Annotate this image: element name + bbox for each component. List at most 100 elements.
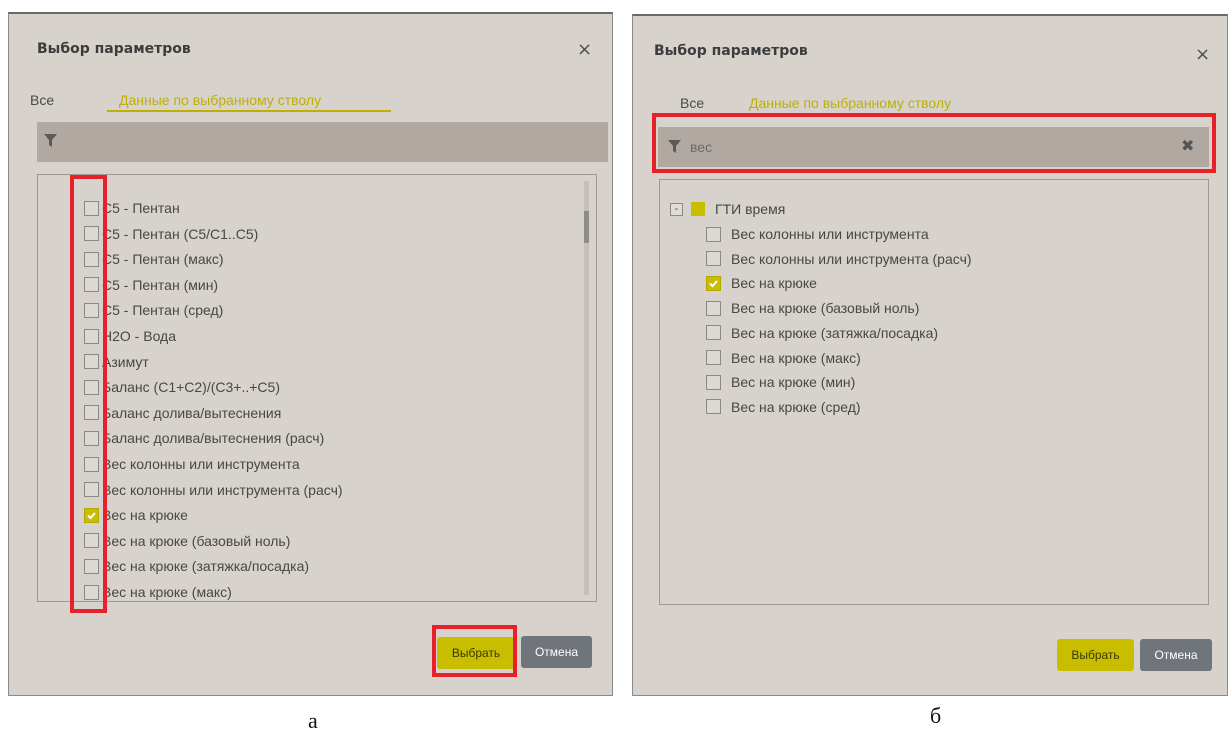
dialog-a: Выбор параметров × Все Данные по выбранн… bbox=[8, 12, 613, 696]
list-item-label: Вес на крюке (мин) bbox=[731, 374, 856, 391]
list-item-label: Вес на крюке (базовый ноль) bbox=[102, 532, 291, 549]
list-item-label: Баланс (C1+C2)/(C3+..+C5) bbox=[102, 379, 280, 396]
checkbox[interactable] bbox=[84, 430, 99, 446]
select-button[interactable]: Выбрать bbox=[1057, 639, 1134, 671]
filter-icon[interactable] bbox=[44, 134, 57, 148]
clear-filter-icon[interactable]: ✖ bbox=[1181, 138, 1194, 154]
list-item-label: C5 - Пентан (C5/C1..C5) bbox=[102, 225, 259, 242]
filter-bar bbox=[37, 122, 608, 162]
list-item-label: Вес на крюке (базовый ноль) bbox=[731, 300, 920, 317]
list-item-label: C5 - Пентан (макс) bbox=[102, 251, 224, 268]
list-item[interactable]: C5 - Пентан (сред) bbox=[84, 298, 223, 322]
checkbox[interactable] bbox=[84, 200, 99, 216]
list-item-label: Вес колонны или инструмента (расч) bbox=[102, 481, 343, 498]
list-item[interactable]: C5 - Пентан (C5/C1..C5) bbox=[84, 222, 258, 246]
list-item[interactable]: Баланс долива/вытеснения (расч) bbox=[84, 426, 324, 450]
list-item-label: Баланс долива/вытеснения bbox=[102, 404, 282, 421]
caption-a: а bbox=[308, 708, 318, 733]
checkbox[interactable] bbox=[84, 456, 99, 472]
checkbox[interactable] bbox=[706, 350, 721, 365]
scrollbar-track[interactable] bbox=[584, 181, 589, 595]
list-item-label: Вес на крюке bbox=[102, 507, 188, 524]
tab-all[interactable]: Все bbox=[30, 92, 54, 108]
checkbox[interactable] bbox=[84, 584, 99, 600]
list-item[interactable]: Вес колонны или инструмента (расч) bbox=[706, 247, 972, 271]
list-item-label: C5 - Пентан (сред) bbox=[102, 302, 224, 319]
tab-all[interactable]: Все bbox=[680, 95, 704, 111]
list-item[interactable]: Азимут bbox=[84, 350, 149, 374]
list-item[interactable]: Вес на крюке (мин) bbox=[706, 370, 855, 394]
checkbox[interactable] bbox=[706, 226, 721, 242]
active-tab-underline bbox=[107, 110, 391, 112]
checkbox[interactable] bbox=[84, 226, 99, 242]
tab-selected-wellbore[interactable]: Данные по выбранному стволу bbox=[749, 95, 951, 111]
list-item[interactable]: Вес на крюке (затяжка/посадка) bbox=[706, 321, 938, 345]
list-item-label: Вес на крюке (затяжка/посадка) bbox=[102, 558, 310, 575]
filter-icon[interactable] bbox=[668, 140, 681, 154]
list-item-label: Вес колонны или инструмента bbox=[102, 456, 300, 472]
close-icon[interactable]: × bbox=[1195, 46, 1210, 64]
caption-b: б bbox=[930, 703, 942, 728]
collapse-toggle-icon[interactable]: - bbox=[670, 202, 683, 216]
active-tab-underline bbox=[730, 113, 1010, 115]
parameter-list[interactable]: C5 - Пентан C5 - Пентан (C5/C1..C5) C5 - П… bbox=[37, 174, 597, 602]
checkbox[interactable] bbox=[84, 379, 99, 395]
list-item[interactable]: Вес на крюке (базовый ноль) bbox=[706, 296, 919, 320]
list-item-label: Вес на крюке (макс) bbox=[102, 584, 232, 600]
group-label: ГТИ время bbox=[715, 201, 786, 217]
list-item-label: Вес колонны или инструмента (расч) bbox=[731, 250, 972, 267]
list-item-label: C5 - Пентан (мин) bbox=[102, 276, 219, 293]
list-item[interactable]: C5 - Пентан (макс) bbox=[84, 247, 224, 271]
list-item[interactable]: H2O - Вода bbox=[84, 324, 176, 348]
filter-bar: ✖ bbox=[658, 127, 1209, 167]
checkbox[interactable] bbox=[706, 300, 721, 316]
cancel-button[interactable]: Отмена bbox=[521, 636, 592, 668]
checkbox[interactable] bbox=[706, 399, 721, 415]
checkmark-icon bbox=[87, 512, 96, 520]
checkbox[interactable] bbox=[84, 251, 99, 267]
checkbox[interactable] bbox=[84, 533, 99, 549]
checkbox[interactable] bbox=[84, 558, 99, 574]
checkbox[interactable] bbox=[84, 482, 99, 498]
cancel-button[interactable]: Отмена bbox=[1140, 639, 1212, 671]
list-item-label: Вес на крюке (макс) bbox=[731, 349, 861, 366]
tab-selected-wellbore[interactable]: Данные по выбранному стволу bbox=[119, 92, 321, 108]
list-item-label: Вес на крюке (затяжка/посадка) bbox=[731, 324, 939, 341]
list-item[interactable]: Баланс (C1+C2)/(C3+..+C5) bbox=[84, 375, 280, 399]
select-button[interactable]: Выбрать bbox=[437, 637, 515, 669]
list-item[interactable]: Вес на крюке (базовый ноль) bbox=[84, 529, 290, 553]
parameter-tree[interactable]: - ГТИ время Вес колонны или инструмента В… bbox=[659, 179, 1209, 605]
dialog-b: Выбор параметров × Все Данные по выбранн… bbox=[632, 14, 1228, 696]
list-item[interactable]: Вес на крюке (сред) bbox=[706, 395, 861, 419]
list-item[interactable]: Вес на крюке bbox=[706, 271, 817, 295]
close-icon[interactable]: × bbox=[577, 41, 592, 59]
dialog-title: Выбор параметров bbox=[37, 41, 191, 57]
group-color-icon bbox=[691, 202, 705, 216]
filter-input[interactable] bbox=[690, 135, 1140, 159]
list-item[interactable]: Вес на крюке bbox=[84, 503, 188, 527]
list-item-label: Вес на крюке (сред) bbox=[731, 398, 861, 415]
list-item[interactable]: Вес на крюке (затяжка/посадка) bbox=[84, 554, 309, 578]
checkbox[interactable] bbox=[84, 405, 99, 421]
checkbox[interactable] bbox=[706, 374, 721, 390]
list-item-label: Вес на крюке bbox=[731, 275, 817, 292]
list-item[interactable]: Вес колонны или инструмента (расч) bbox=[84, 478, 343, 502]
list-item[interactable]: Баланс долива/вытеснения bbox=[84, 401, 281, 425]
list-item[interactable]: Вес на крюке (макс) bbox=[706, 346, 861, 370]
list-item[interactable]: Вес колонны или инструмента bbox=[706, 222, 929, 246]
list-item[interactable]: C5 - Пентан bbox=[84, 196, 180, 220]
checkbox-checked[interactable] bbox=[706, 275, 721, 291]
checkbox[interactable] bbox=[706, 325, 721, 341]
checkbox[interactable] bbox=[84, 354, 99, 370]
filter-input[interactable] bbox=[69, 130, 519, 154]
checkbox[interactable] bbox=[84, 277, 99, 293]
checkbox-checked[interactable] bbox=[84, 507, 99, 523]
list-item-label: C5 - Пентан bbox=[102, 200, 180, 216]
list-item[interactable]: C5 - Пентан (мин) bbox=[84, 273, 218, 297]
checkbox[interactable] bbox=[84, 328, 99, 344]
scrollbar-thumb[interactable] bbox=[584, 211, 589, 243]
list-item[interactable]: Вес на крюке (макс) bbox=[84, 580, 232, 601]
list-item[interactable]: Вес колонны или инструмента bbox=[84, 452, 300, 476]
checkbox[interactable] bbox=[84, 302, 99, 318]
checkbox[interactable] bbox=[706, 251, 721, 267]
